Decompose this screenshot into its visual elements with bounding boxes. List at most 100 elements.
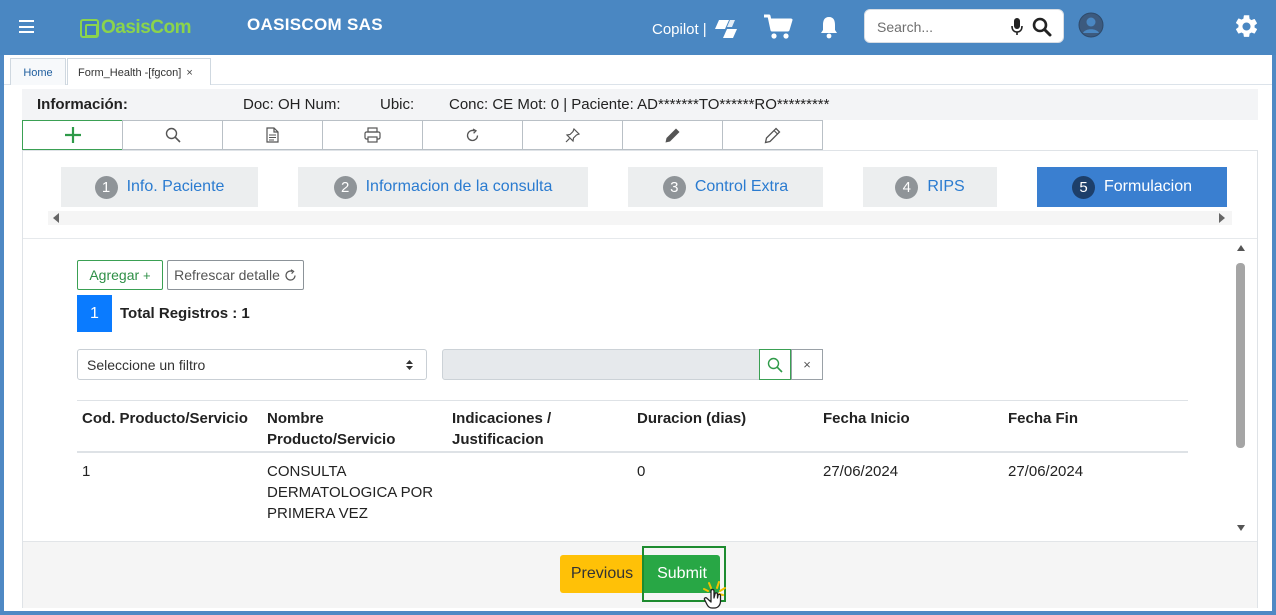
- step-rips[interactable]: 4 RIPS: [863, 167, 997, 207]
- pen-button[interactable]: [622, 120, 723, 150]
- cart-icon[interactable]: [763, 14, 793, 40]
- page-number-badge[interactable]: 1: [77, 295, 112, 332]
- logo-text-b: Com: [150, 17, 191, 38]
- step-number: 3: [662, 175, 686, 199]
- step-formulacion[interactable]: 5 Formulacion: [1037, 167, 1227, 207]
- step-number: 5: [1071, 175, 1095, 199]
- step-number: 1: [94, 175, 118, 199]
- agregar-button[interactable]: Agregar +: [77, 260, 163, 290]
- copilot-button[interactable]: Copilot |: [652, 18, 739, 40]
- col-header-cod[interactable]: Cod. Producto/Servicio: [82, 408, 248, 429]
- scroll-up-icon[interactable]: [1237, 245, 1245, 251]
- step-info-paciente[interactable]: 1 Info. Paciente: [61, 167, 258, 207]
- select-caret-icon: [406, 360, 413, 370]
- refresh-icon: [285, 268, 296, 281]
- bell-icon[interactable]: [819, 15, 839, 39]
- pin-icon: [565, 127, 580, 142]
- step-label: Informacion de la consulta: [365, 178, 553, 195]
- cell-duracion: 0: [637, 463, 646, 480]
- search-icon: [767, 357, 783, 373]
- info-conc: Conc: CE Mot: 0 | Paciente: AD*******TO*…: [449, 96, 830, 113]
- previous-button[interactable]: Previous: [560, 555, 644, 593]
- filter-input[interactable]: [442, 349, 760, 380]
- total-records: Total Registros : 1: [120, 305, 250, 322]
- logo-text-a: Oasis: [101, 17, 151, 38]
- col-header-fecha-fin[interactable]: Fecha Fin: [1008, 408, 1078, 429]
- refrescar-button[interactable]: Refrescar detalle: [167, 260, 304, 290]
- logo-mark-icon: [80, 18, 99, 38]
- cell-nombre: CONSULTA DERMATOLOGICA POR PRIMERA VEZ: [267, 463, 434, 522]
- scroll-left-icon[interactable]: [53, 213, 59, 223]
- col-header-nombre[interactable]: Nombre Producto/Servicio: [267, 408, 442, 450]
- step-number: 4: [895, 175, 919, 199]
- step-informacion-consulta[interactable]: 2 Informacion de la consulta: [298, 167, 588, 207]
- search-icon: [165, 127, 181, 143]
- filter-clear-button[interactable]: ×: [791, 349, 823, 380]
- info-doc: Doc: OH Num:: [243, 96, 341, 113]
- cell-fecha-inicio: 27/06/2024: [823, 463, 899, 480]
- refresh-icon: [466, 127, 479, 141]
- col-header-indicaciones[interactable]: Indicaciones / Justificacion: [452, 408, 622, 450]
- search-box: [864, 9, 1064, 43]
- print-button[interactable]: [322, 120, 423, 150]
- tab-home[interactable]: Home: [10, 58, 66, 86]
- search-icon[interactable]: [1032, 17, 1052, 37]
- filter-select-value: Seleccione un filtro: [87, 357, 206, 373]
- formulacion-table: Cod. Producto/Servicio Nombre Producto/S…: [77, 400, 1188, 533]
- filter-select[interactable]: Seleccione un filtro: [77, 349, 427, 380]
- wizard-steps: 1 Info. Paciente 2 Informacion de la con…: [23, 151, 1257, 239]
- tab-bar: Home Form_Health -[fgcon] ×: [4, 55, 1272, 86]
- pin-button[interactable]: [522, 120, 623, 150]
- search-button[interactable]: [122, 120, 223, 150]
- cell-fecha-fin: 27/06/2024: [1008, 463, 1084, 480]
- copilot-label: Copilot: [652, 20, 699, 38]
- document-button[interactable]: [222, 120, 323, 150]
- plus-icon: +: [143, 267, 151, 283]
- settings-gear-icon[interactable]: [1233, 13, 1260, 40]
- copilot-icon: [714, 20, 737, 38]
- document-icon: [266, 127, 279, 143]
- tab-form-health[interactable]: Form_Health -[fgcon] ×: [67, 58, 211, 86]
- tab-form-label: Form_Health -[fgcon]: [78, 66, 182, 79]
- company-name: OASISCOM SAS: [247, 15, 383, 34]
- mic-icon[interactable]: [1011, 17, 1023, 37]
- step-label: Control Extra: [694, 178, 789, 195]
- pen-icon: [665, 128, 680, 142]
- main-panel: Información: Doc: OH Num: Ubic: Conc: CE…: [4, 85, 1272, 611]
- tab-close-icon[interactable]: ×: [186, 67, 192, 79]
- app-logo[interactable]: Oasis Com: [80, 17, 191, 39]
- col-header-fecha-inicio[interactable]: Fecha Inicio: [823, 408, 910, 429]
- user-avatar-icon[interactable]: [1078, 12, 1104, 38]
- form-footer: Previous Submit: [23, 541, 1257, 609]
- col-header-duracion[interactable]: Duracion (dias): [637, 408, 746, 429]
- info-title: Información:: [37, 96, 128, 113]
- scroll-down-icon[interactable]: [1237, 525, 1245, 531]
- search-input[interactable]: [877, 17, 1007, 37]
- info-bar: Información: Doc: OH Num: Ubic: Conc: CE…: [22, 89, 1258, 120]
- hamburger-menu-icon[interactable]: [19, 20, 34, 33]
- filter-search-button[interactable]: [759, 349, 791, 380]
- hand-cursor-icon: [703, 581, 726, 609]
- step-label: Info. Paciente: [126, 178, 225, 195]
- step-label: Formulacion: [1103, 178, 1193, 195]
- add-icon: [64, 127, 81, 143]
- info-ubic: Ubic:: [380, 96, 415, 113]
- step-control-extra[interactable]: 3 Control Extra: [628, 167, 823, 207]
- pencil-icon: [764, 127, 781, 143]
- table-header: Cod. Producto/Servicio Nombre Producto/S…: [77, 400, 1188, 453]
- copilot-separator: |: [702, 20, 707, 38]
- step-number: 2: [333, 175, 357, 199]
- edit-button[interactable]: [722, 120, 823, 150]
- scrollbar-thumb[interactable]: [1236, 263, 1245, 448]
- cell-cod: 1: [82, 463, 91, 480]
- step-label: RIPS: [927, 178, 965, 195]
- refresh-button[interactable]: [422, 120, 523, 150]
- action-toolbar: [22, 120, 823, 150]
- refrescar-label: Refrescar detalle: [174, 267, 280, 283]
- scroll-right-icon[interactable]: [1219, 213, 1225, 223]
- content-scrollbar[interactable]: [1235, 245, 1247, 535]
- table-row[interactable]: 1 CONSULTA DERMATOLOGICA POR PRIMERA VEZ…: [77, 453, 1188, 533]
- top-header: Oasis Com OASISCOM SAS Copilot |: [0, 0, 1276, 55]
- add-button[interactable]: [22, 120, 123, 150]
- steps-scrollbar[interactable]: [48, 211, 1232, 225]
